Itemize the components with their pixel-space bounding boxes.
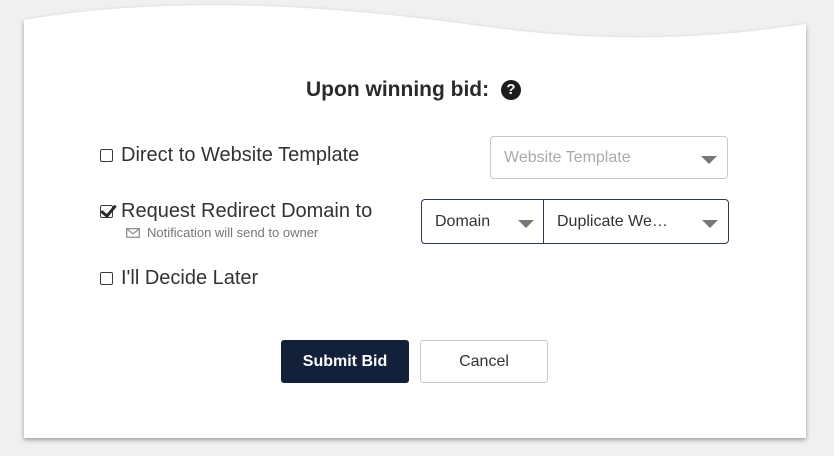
- domain-select-value: Domain: [435, 212, 491, 230]
- chevron-down-icon: [702, 219, 718, 228]
- option-request-redirect[interactable]: Request Redirect Domain to: [100, 200, 372, 223]
- notification-note: Notification will send to owner: [126, 225, 318, 240]
- option-label: Direct to Website Template: [121, 144, 360, 166]
- mail-icon: [126, 227, 140, 238]
- website-template-placeholder: Website Template: [504, 148, 631, 166]
- checkbox-decide-later[interactable]: [100, 272, 113, 285]
- duplicate-select-value: Duplicate We…: [557, 212, 668, 230]
- chevron-down-icon: [701, 155, 717, 164]
- checkbox-request-redirect[interactable]: [100, 205, 113, 218]
- duplicate-website-select[interactable]: Duplicate We…: [543, 199, 729, 244]
- option-decide-later[interactable]: I'll Decide Later: [100, 267, 258, 290]
- chevron-down-icon: [518, 219, 534, 228]
- submit-bid-button[interactable]: Submit Bid: [281, 340, 409, 383]
- notification-text: Notification will send to owner: [147, 225, 319, 240]
- option-direct-to-template[interactable]: Direct to Website Template: [100, 144, 359, 167]
- cancel-button[interactable]: Cancel: [420, 340, 548, 383]
- dialog-title-row: Upon winning bid: ?: [49, 78, 778, 102]
- option-label: Request Redirect Domain to: [121, 200, 373, 222]
- help-icon[interactable]: ?: [500, 80, 521, 100]
- dialog-title: Upon winning bid:: [306, 78, 490, 101]
- checkbox-direct-to-template[interactable]: [100, 149, 113, 162]
- website-template-select[interactable]: Website Template: [490, 136, 728, 179]
- domain-select[interactable]: Domain: [421, 199, 544, 244]
- option-label: I'll Decide Later: [121, 267, 259, 289]
- bid-dialog: Upon winning bid: ? Direct to Website Te…: [49, 60, 778, 414]
